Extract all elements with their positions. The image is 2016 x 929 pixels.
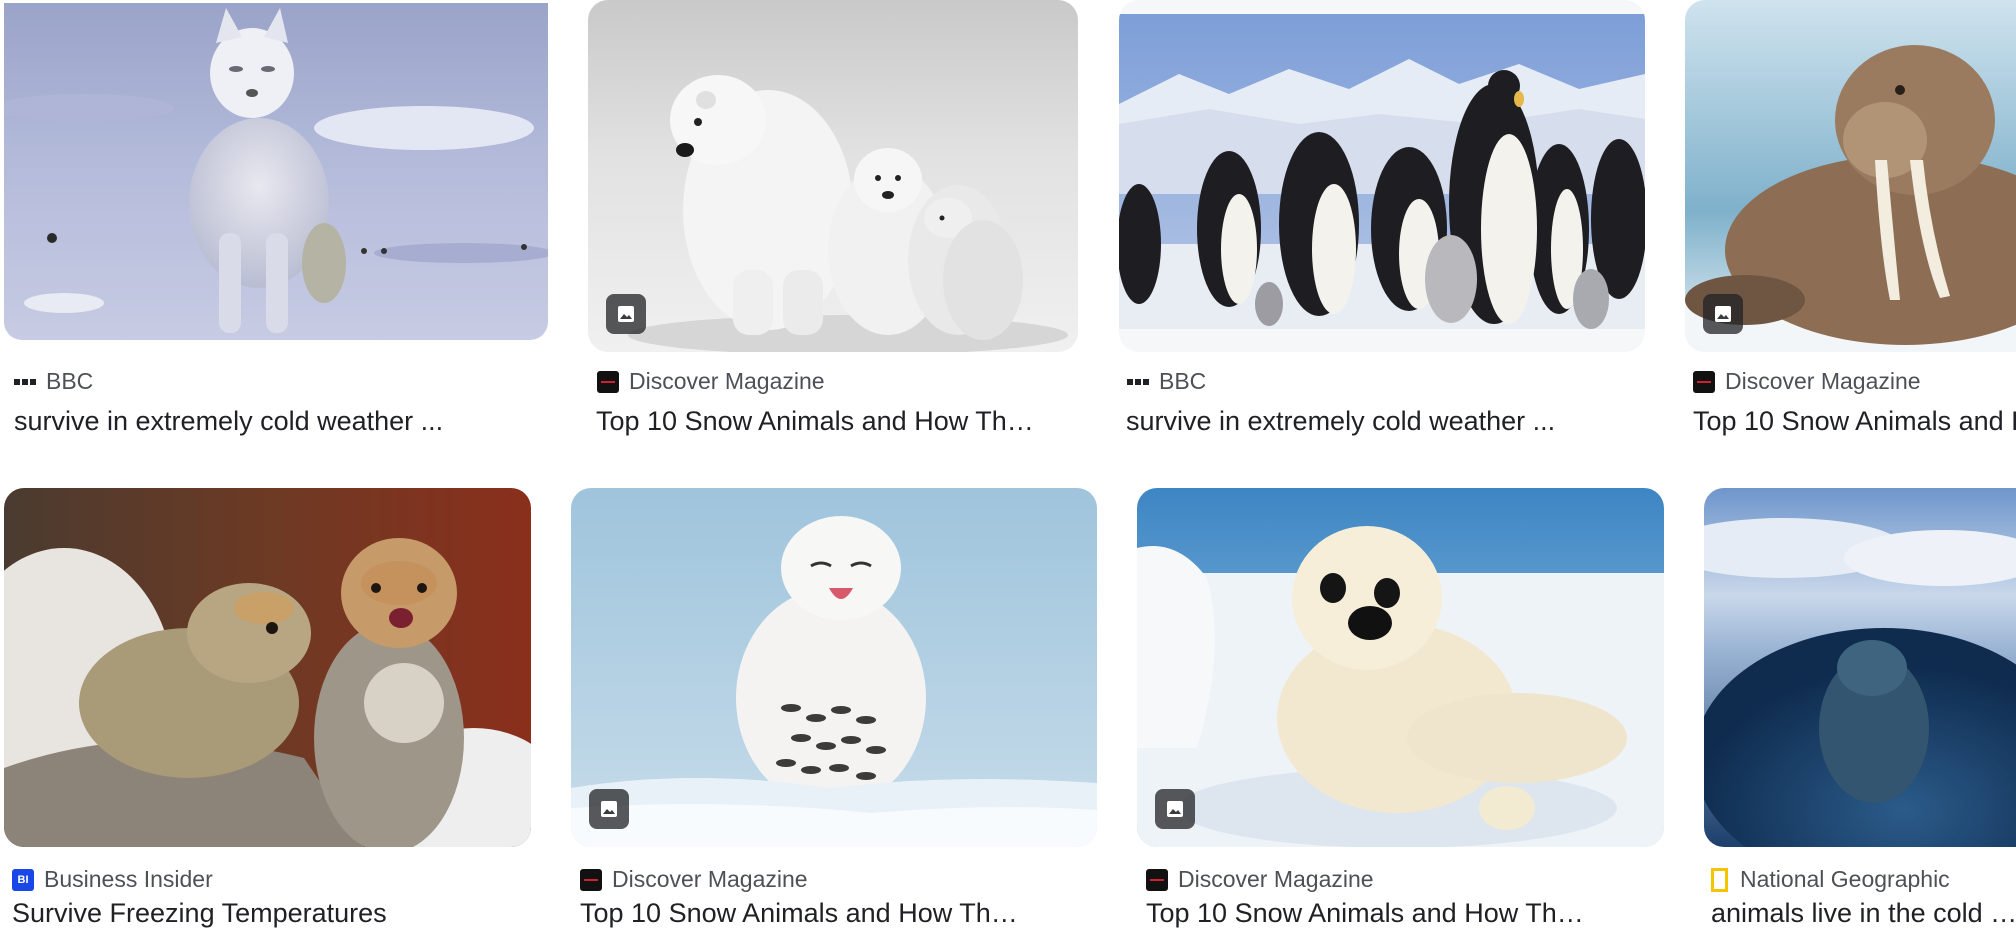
discover-icon [1146,868,1168,891]
bbc-icon [1127,371,1149,393]
source-name: National Geographic [1740,866,1950,892]
thumbnail-seal-under-ice[interactable] [1704,488,2016,847]
result-source[interactable]: National Geographic [1711,866,1950,893]
image-badge [606,294,646,334]
result-source[interactable]: BI Business Insider [12,866,213,893]
arctic-fox-image [4,3,548,340]
thumbnail-emperor-penguins[interactable] [1119,0,1645,352]
bbc-icon [14,371,36,393]
image-icon [618,306,634,322]
discover-icon [597,370,619,393]
thumbnail-polar-bears[interactable] [588,0,1078,352]
result-source[interactable]: BBC [14,368,93,395]
thumbnail-walrus[interactable] [1685,0,2016,352]
result-title[interactable]: survive in extremely cold weather ... [14,406,544,437]
result-source[interactable]: Discover Magazine [597,368,825,395]
thumbnail-snowy-owl[interactable] [571,488,1097,847]
ground-squirrels-image [4,488,531,847]
source-name: Discover Magazine [629,368,825,394]
thumbnail-ground-squirrels[interactable] [4,488,531,847]
result-source[interactable]: Discover Magazine [1146,866,1374,893]
business-insider-icon: BI [12,868,34,891]
harp-seal-image [1137,488,1664,847]
result-source[interactable]: Discover Magazine [580,866,808,893]
result-source[interactable]: Discover Magazine [1693,368,1921,395]
result-title[interactable]: Top 10 Snow Animals and How Th… [1693,406,2016,437]
image-icon [1715,306,1731,322]
discover-icon [580,868,602,891]
image-badge [1703,294,1743,334]
national-geographic-icon [1711,867,1728,892]
source-name: Discover Magazine [1725,368,1921,394]
source-name: Discover Magazine [1178,866,1374,892]
discover-icon [1693,370,1715,393]
image-icon [1167,801,1183,817]
image-badge [589,789,629,829]
penguins-image [1119,14,1645,329]
result-title[interactable]: animals live in the cold … [1711,898,2016,929]
result-title[interactable]: survive in extremely cold weather ... [1126,406,1646,437]
source-name: BBC [46,368,94,394]
snowy-owl-image [571,488,1097,847]
result-source[interactable]: BBC [1127,368,1206,395]
thumbnail-harp-seal[interactable] [1137,488,1664,847]
image-badge [1155,789,1195,829]
source-name: Discover Magazine [612,866,808,892]
source-name: Business Insider [44,866,213,892]
seal-under-ice-image [1704,488,2016,847]
polar-bears-image [588,0,1078,352]
result-title[interactable]: Top 10 Snow Animals and How Th… [1146,898,1656,929]
image-icon [601,801,617,817]
result-title[interactable]: Top 10 Snow Animals and How Th… [596,406,1082,437]
result-title[interactable]: Top 10 Snow Animals and How Th… [580,898,1090,929]
thumbnail-arctic-fox[interactable] [4,3,548,340]
result-title[interactable]: Survive Freezing Temperatures [12,898,522,929]
source-name: BBC [1159,368,1207,394]
